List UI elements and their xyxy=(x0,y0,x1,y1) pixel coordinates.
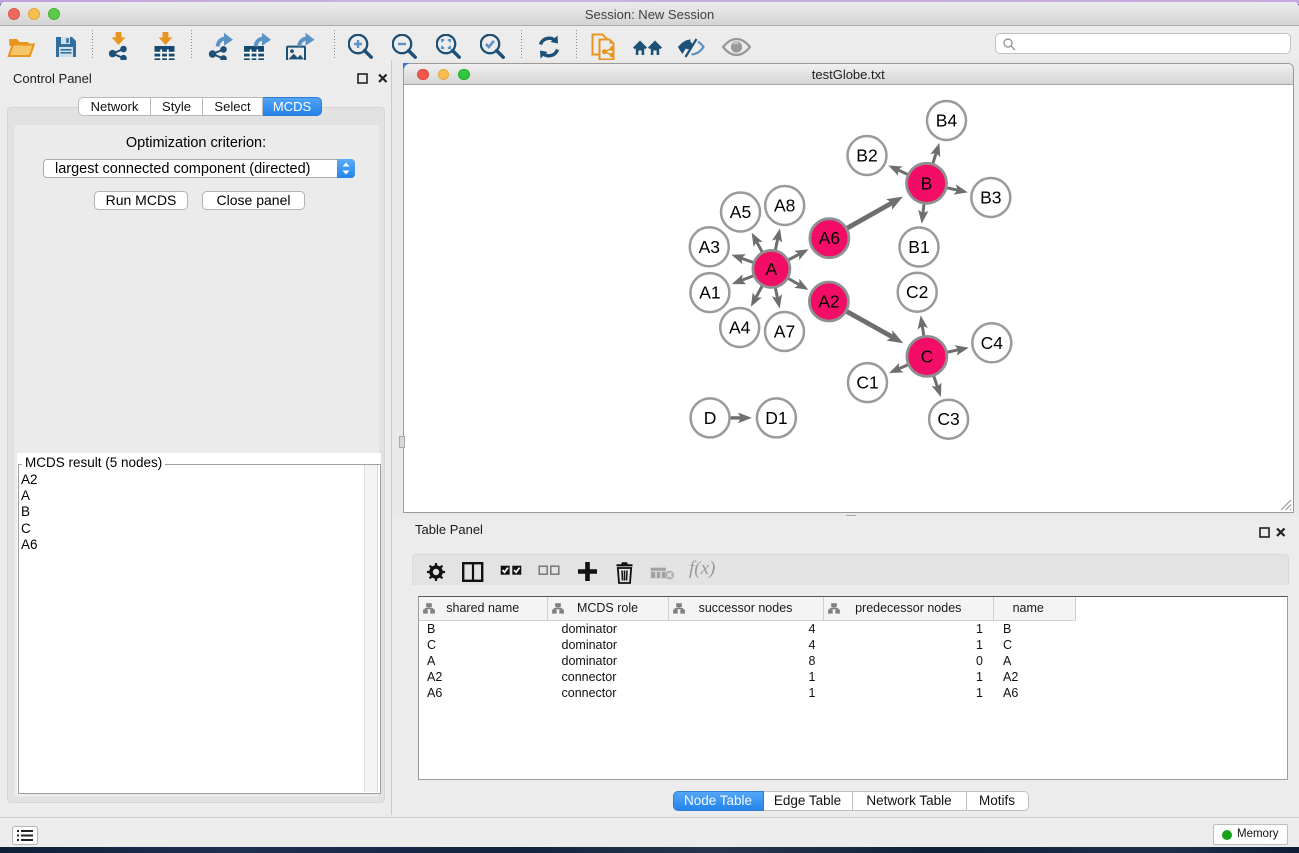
svg-text:A: A xyxy=(765,259,777,279)
svg-text:A6: A6 xyxy=(818,228,839,248)
svg-text:B: B xyxy=(920,173,932,193)
svg-text:C3: C3 xyxy=(937,409,959,429)
svg-text:C1: C1 xyxy=(856,373,878,393)
svg-text:A1: A1 xyxy=(699,283,720,303)
svg-text:C2: C2 xyxy=(906,282,928,302)
svg-text:B4: B4 xyxy=(935,111,957,131)
svg-text:D: D xyxy=(703,408,716,428)
svg-text:B1: B1 xyxy=(908,237,929,257)
svg-text:B2: B2 xyxy=(856,146,877,166)
svg-text:A4: A4 xyxy=(728,318,750,338)
svg-text:C4: C4 xyxy=(980,333,1003,353)
svg-text:A3: A3 xyxy=(698,237,719,257)
svg-text:D1: D1 xyxy=(765,408,787,428)
svg-text:A7: A7 xyxy=(773,322,794,342)
svg-text:C: C xyxy=(920,346,933,366)
svg-text:A5: A5 xyxy=(729,202,750,222)
svg-text:B3: B3 xyxy=(980,188,1001,208)
svg-text:A2: A2 xyxy=(818,292,839,312)
svg-text:A8: A8 xyxy=(773,196,794,216)
